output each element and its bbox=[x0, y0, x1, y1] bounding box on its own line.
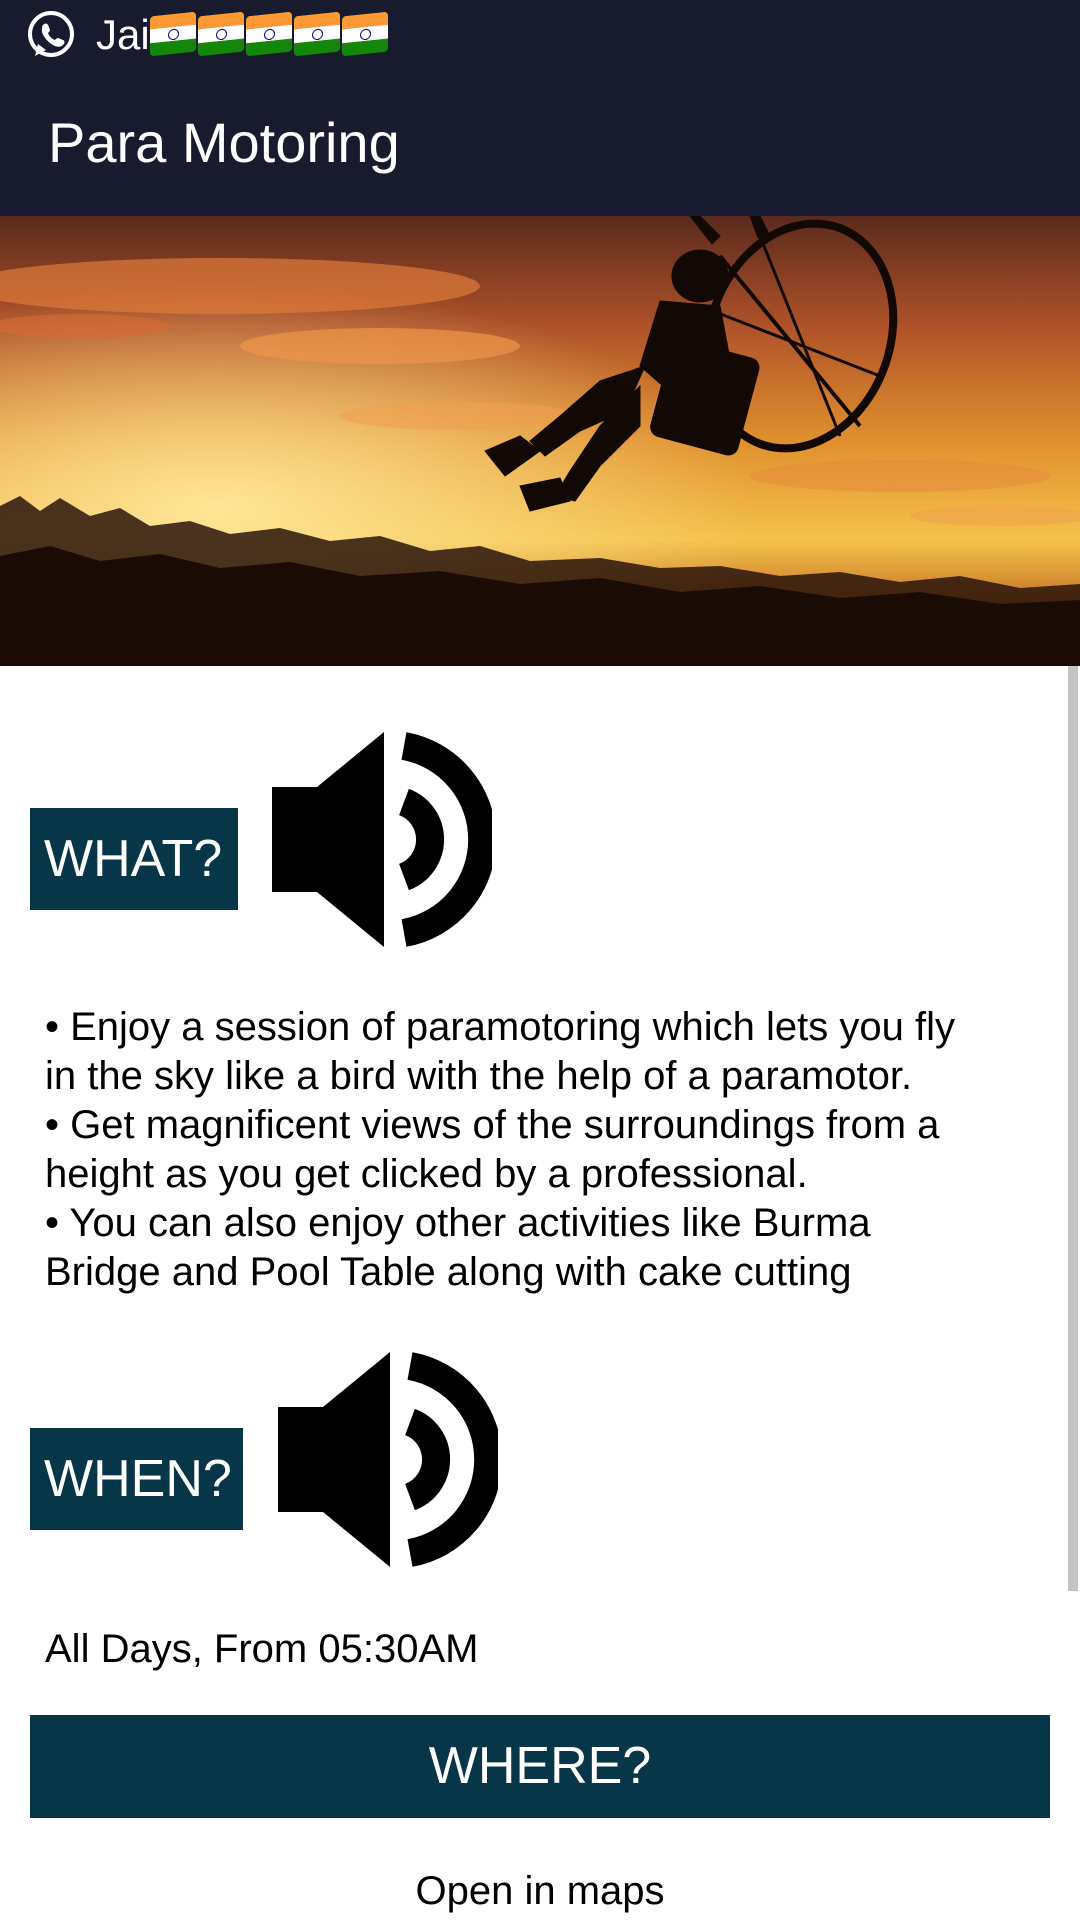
india-flag-icon bbox=[246, 11, 292, 57]
scrollbar[interactable] bbox=[1068, 666, 1078, 1591]
page-title: Para Motoring bbox=[48, 111, 400, 174]
what-description: • Enjoy a session of paramotoring which … bbox=[45, 1003, 1035, 1297]
whatsapp-icon bbox=[28, 11, 74, 57]
description-line: height as you get clicked by a professio… bbox=[45, 1152, 808, 1196]
when-label: WHEN? bbox=[30, 1428, 243, 1530]
description-line: • Get magnificent views of the surroundi… bbox=[45, 1103, 940, 1147]
app-bar: Para Motoring bbox=[0, 70, 1080, 216]
description-line: • You can also enjoy other activities li… bbox=[45, 1201, 871, 1245]
india-flag-icon bbox=[150, 11, 196, 57]
emoji-flags bbox=[150, 11, 388, 58]
paramotor-sunset-photo bbox=[0, 216, 1080, 666]
description-line: • Enjoy a session of paramotoring which … bbox=[45, 1005, 955, 1049]
what-label: WHAT? bbox=[30, 808, 238, 910]
description-line: Bridge and Pool Table along with cake cu… bbox=[45, 1250, 852, 1294]
speaker-icon[interactable] bbox=[278, 1352, 498, 1567]
when-text: All Days, From 05:30AM bbox=[45, 1627, 479, 1671]
india-flag-icon bbox=[342, 11, 388, 57]
india-flag-icon bbox=[294, 11, 340, 57]
description-line: in the sky like a bird with the help of … bbox=[45, 1054, 913, 1098]
hero-image bbox=[0, 216, 1080, 666]
open-in-maps-link[interactable]: Open in maps bbox=[0, 1866, 1080, 1916]
speaker-icon[interactable] bbox=[272, 732, 492, 947]
where-label: WHERE? bbox=[30, 1715, 1050, 1818]
notification-text: Jai bbox=[96, 11, 150, 58]
india-flag-icon bbox=[198, 11, 244, 57]
status-bar: Jai bbox=[0, 0, 1080, 70]
